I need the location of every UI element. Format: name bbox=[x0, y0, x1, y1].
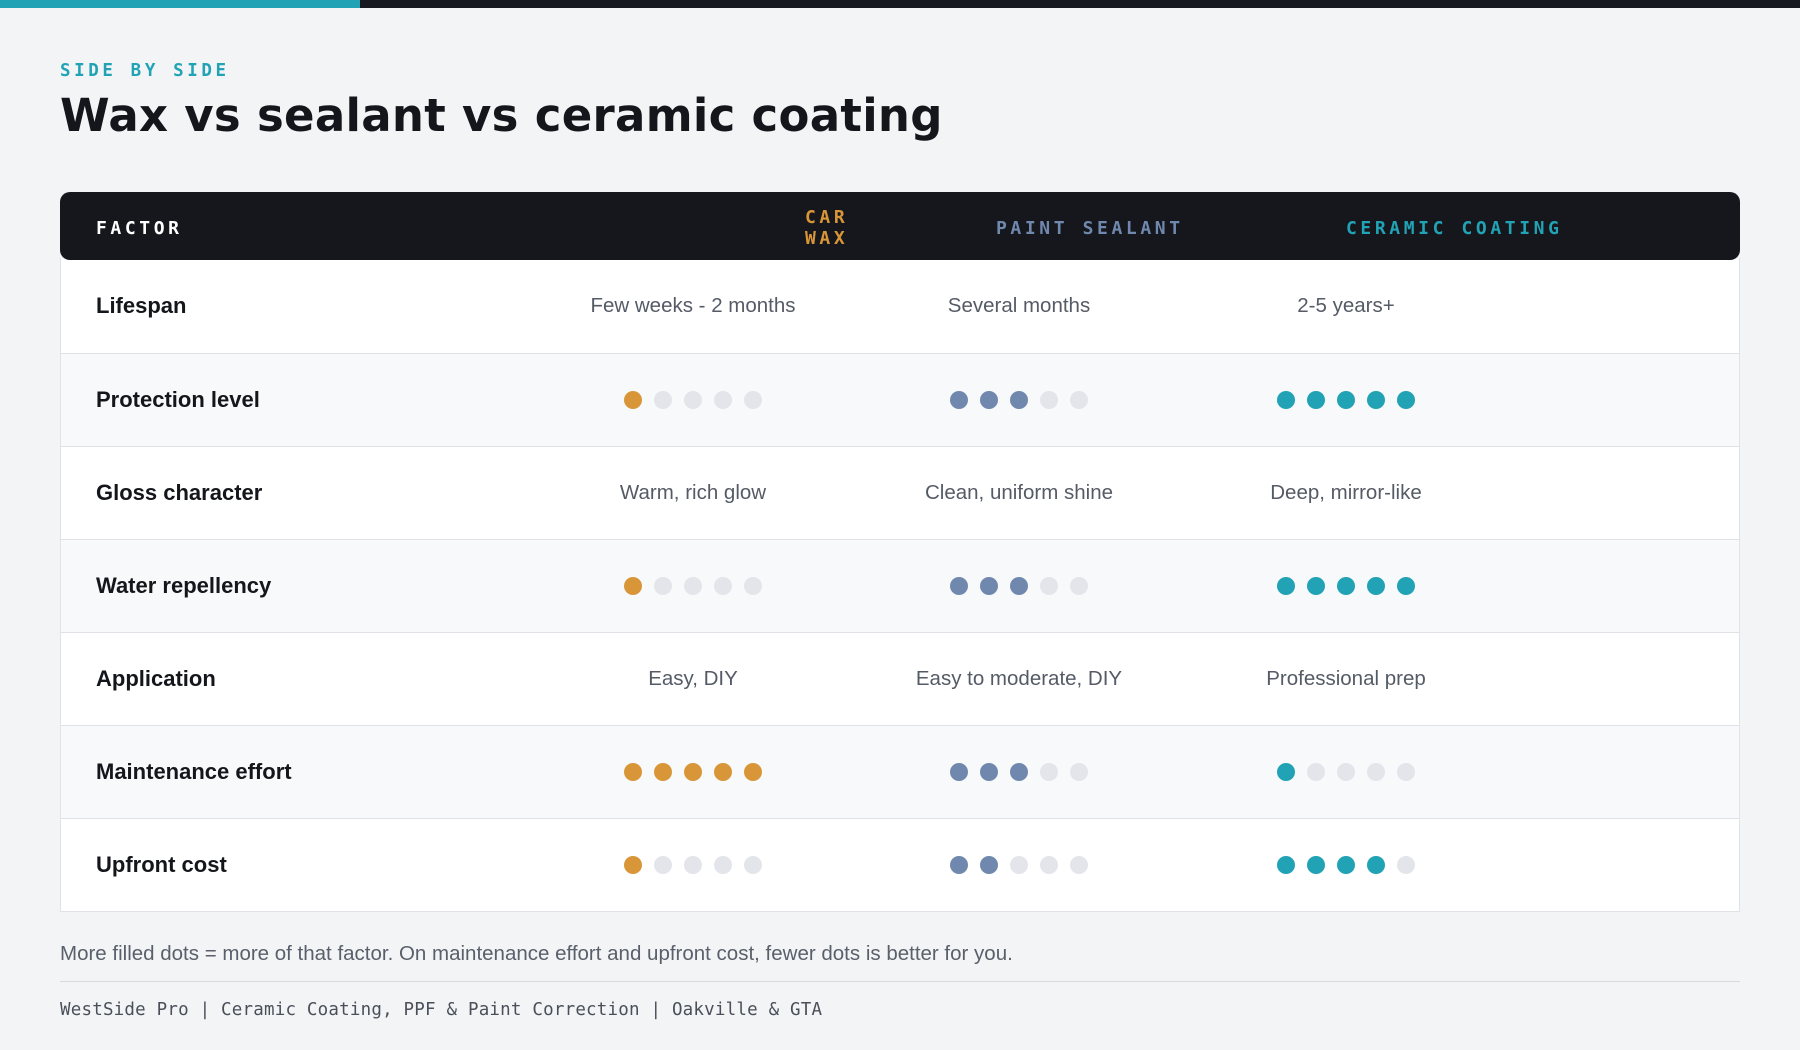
filled-dot bbox=[1010, 391, 1028, 409]
table-header: FACTOR CAR WAX PAINT SEALANT CERAMIC COA… bbox=[60, 192, 1740, 260]
rating-dots-sealant bbox=[950, 577, 1088, 595]
filled-dot bbox=[624, 763, 642, 781]
empty-dot bbox=[654, 856, 672, 874]
filled-dot bbox=[1397, 577, 1415, 595]
filled-dot bbox=[1337, 391, 1355, 409]
cell-ceramic: 2-5 years+ bbox=[1297, 293, 1395, 317]
rating-dots-ceramic bbox=[1277, 391, 1415, 409]
filled-dot bbox=[980, 763, 998, 781]
rating-dots-wax bbox=[624, 577, 762, 595]
filled-dot bbox=[950, 763, 968, 781]
filled-dot bbox=[1367, 391, 1385, 409]
top-bar bbox=[0, 0, 1800, 8]
empty-dot bbox=[1010, 856, 1028, 874]
filled-dot bbox=[980, 856, 998, 874]
rating-dots-ceramic bbox=[1277, 577, 1415, 595]
filled-dot bbox=[950, 577, 968, 595]
column-header-paint-sealant: PAINT SEALANT bbox=[996, 217, 1184, 239]
filled-dot bbox=[1397, 391, 1415, 409]
filled-dot bbox=[1277, 391, 1295, 409]
table-row: Application Easy, DIY Easy to moderate, DI… bbox=[61, 632, 1739, 725]
empty-dot bbox=[654, 577, 672, 595]
empty-dot bbox=[1307, 763, 1325, 781]
empty-dot bbox=[1367, 763, 1385, 781]
empty-dot bbox=[1040, 763, 1058, 781]
rating-dots-sealant bbox=[950, 856, 1088, 874]
filled-dot bbox=[1277, 856, 1295, 874]
rating-dots-sealant bbox=[950, 391, 1088, 409]
empty-dot bbox=[1070, 763, 1088, 781]
filled-dot bbox=[624, 577, 642, 595]
table-row: Protection level bbox=[61, 353, 1739, 446]
empty-dot bbox=[744, 577, 762, 595]
filled-dot bbox=[1277, 577, 1295, 595]
filled-dot bbox=[980, 577, 998, 595]
empty-dot bbox=[714, 856, 732, 874]
table-body: Lifespan Few weeks - 2 months Several mont… bbox=[60, 258, 1740, 912]
table-row: Water repellency bbox=[61, 539, 1739, 632]
comparison-table: FACTOR CAR WAX PAINT SEALANT CERAMIC COA… bbox=[60, 192, 1740, 912]
page-title: Wax vs sealant vs ceramic coating bbox=[60, 89, 943, 142]
cell-ceramic: Deep, mirror-like bbox=[1270, 481, 1422, 504]
filled-dot bbox=[1010, 763, 1028, 781]
empty-dot bbox=[654, 391, 672, 409]
eyebrow-label: SIDE BY SIDE bbox=[60, 61, 230, 81]
empty-dot bbox=[1337, 763, 1355, 781]
filled-dot bbox=[1307, 577, 1325, 595]
cell-ceramic: Professional prep bbox=[1266, 667, 1426, 690]
empty-dot bbox=[1397, 763, 1415, 781]
column-header-ceramic-coating: CERAMIC COATING bbox=[1346, 217, 1563, 239]
filled-dot bbox=[624, 856, 642, 874]
empty-dot bbox=[1070, 856, 1088, 874]
footnote: More filled dots = more of that factor. … bbox=[60, 942, 1013, 965]
footer-text: WestSide Pro | Ceramic Coating, PPF & Pa… bbox=[60, 1000, 823, 1020]
factor-column-header: FACTOR bbox=[96, 217, 183, 239]
filled-dot bbox=[1277, 763, 1295, 781]
rating-dots-wax bbox=[624, 763, 762, 781]
empty-dot bbox=[1040, 391, 1058, 409]
filled-dot bbox=[950, 856, 968, 874]
empty-dot bbox=[1040, 577, 1058, 595]
empty-dot bbox=[744, 391, 762, 409]
filled-dot bbox=[654, 763, 672, 781]
table-row: Lifespan Few weeks - 2 months Several mont… bbox=[61, 258, 1739, 353]
filled-dot bbox=[1337, 856, 1355, 874]
column-header-car-wax: CAR WAX bbox=[805, 207, 849, 249]
empty-dot bbox=[744, 856, 762, 874]
rating-dots-wax bbox=[624, 391, 762, 409]
filled-dot bbox=[1367, 577, 1385, 595]
filled-dot bbox=[950, 391, 968, 409]
empty-dot bbox=[1070, 391, 1088, 409]
empty-dot bbox=[684, 577, 702, 595]
table-row: Maintenance effort bbox=[61, 725, 1739, 818]
progress-indicator bbox=[0, 0, 360, 8]
filled-dot bbox=[684, 763, 702, 781]
empty-dot bbox=[714, 577, 732, 595]
table-row: Upfront cost bbox=[61, 818, 1739, 911]
filled-dot bbox=[1307, 391, 1325, 409]
rating-dots-wax bbox=[624, 856, 762, 874]
filled-dot bbox=[1307, 856, 1325, 874]
empty-dot bbox=[1040, 856, 1058, 874]
empty-dot bbox=[1070, 577, 1088, 595]
filled-dot bbox=[980, 391, 998, 409]
filled-dot bbox=[1337, 577, 1355, 595]
footer-divider bbox=[60, 981, 1740, 982]
rating-dots-ceramic bbox=[1277, 763, 1415, 781]
empty-dot bbox=[684, 856, 702, 874]
empty-dot bbox=[684, 391, 702, 409]
filled-dot bbox=[624, 391, 642, 409]
rating-dots-ceramic bbox=[1277, 856, 1415, 874]
table-row: Gloss character Warm, rich glow Clean, uni… bbox=[61, 446, 1739, 539]
rating-dots-sealant bbox=[950, 763, 1088, 781]
empty-dot bbox=[1397, 856, 1415, 874]
filled-dot bbox=[1367, 856, 1385, 874]
filled-dot bbox=[744, 763, 762, 781]
empty-dot bbox=[714, 391, 732, 409]
filled-dot bbox=[714, 763, 732, 781]
filled-dot bbox=[1010, 577, 1028, 595]
